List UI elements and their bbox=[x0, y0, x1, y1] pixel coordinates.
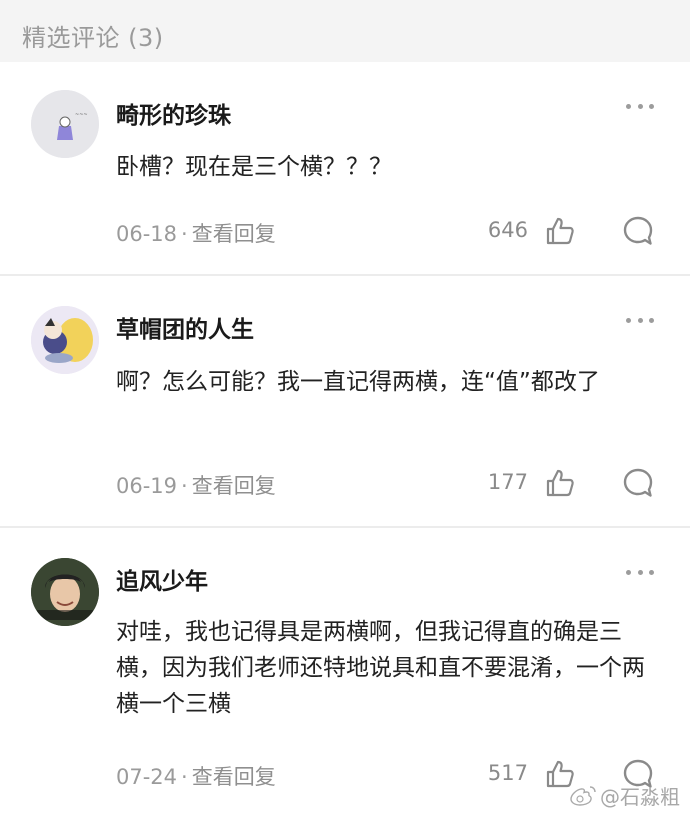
comment-item: ~~~ 畸形的珍珠 卧槽？现在是三个横？？？ 06-18 · 查看回复 646 bbox=[0, 62, 690, 274]
section-header: 精选评论 (3) bbox=[0, 0, 690, 62]
avatar[interactable] bbox=[31, 558, 99, 626]
thumbs-up-icon[interactable] bbox=[544, 467, 576, 499]
avatar[interactable] bbox=[31, 306, 99, 374]
view-replies-link[interactable]: 查看回复 bbox=[192, 222, 276, 246]
comment-bubble-icon[interactable] bbox=[622, 215, 654, 247]
watermark-text: @石淼粗 bbox=[600, 785, 680, 809]
avatar-image bbox=[31, 558, 99, 626]
more-dots-icon[interactable] bbox=[626, 102, 654, 110]
comment-meta: 06-19 · 查看回复 bbox=[116, 470, 276, 500]
weibo-logo-icon bbox=[570, 785, 596, 806]
comment-bubble-icon[interactable] bbox=[622, 467, 654, 499]
comment-username[interactable]: 草帽团的人生 bbox=[116, 310, 254, 344]
meta-separator: · bbox=[181, 474, 188, 498]
like-count: 177 bbox=[487, 470, 528, 494]
meta-separator: · bbox=[181, 765, 188, 789]
comment-text: 卧槽？现在是三个横？？？ bbox=[116, 154, 392, 180]
comment-text: 对哇，我也记得具是两横啊，但我记得直的确是三横，因为我们老师还特地说具和直不要混… bbox=[116, 619, 645, 717]
comment-date: 06-19 bbox=[116, 474, 178, 498]
avatar-image bbox=[31, 306, 99, 374]
comment-date: 07-24 bbox=[116, 765, 178, 789]
view-replies-link[interactable]: 查看回复 bbox=[192, 765, 276, 789]
comment-meta: 07-24 · 查看回复 bbox=[116, 761, 276, 791]
comment-item: 追风少年 对哇，我也记得具是两横啊，但我记得直的确是三横，因为我们老师还特地说具… bbox=[0, 528, 690, 818]
watermark: @石淼粗 bbox=[570, 781, 680, 810]
comment-text: 啊？怎么可能？我一直记得两横，连“值”都改了 bbox=[116, 369, 600, 395]
svg-text:~~~: ~~~ bbox=[75, 112, 88, 118]
meta-separator: · bbox=[181, 222, 188, 246]
more-dots-icon[interactable] bbox=[626, 316, 654, 324]
comment-username[interactable]: 追风少年 bbox=[116, 562, 208, 596]
like-count: 646 bbox=[487, 218, 528, 242]
comment-meta: 06-18 · 查看回复 bbox=[116, 218, 276, 248]
avatar-image: ~~~ bbox=[31, 90, 99, 158]
avatar[interactable]: ~~~ bbox=[31, 90, 99, 158]
like-count: 517 bbox=[487, 761, 528, 785]
more-dots-icon[interactable] bbox=[626, 568, 654, 576]
thumbs-up-icon[interactable] bbox=[544, 215, 576, 247]
comment-username[interactable]: 畸形的珍珠 bbox=[116, 96, 231, 130]
comment-item: 草帽团的人生 啊？怎么可能？我一直记得两横，连“值”都改了 06-19 · 查看回复… bbox=[0, 276, 690, 526]
comment-date: 06-18 bbox=[116, 222, 178, 246]
section-title: 精选评论 (3) bbox=[22, 24, 164, 52]
view-replies-link[interactable]: 查看回复 bbox=[192, 474, 276, 498]
